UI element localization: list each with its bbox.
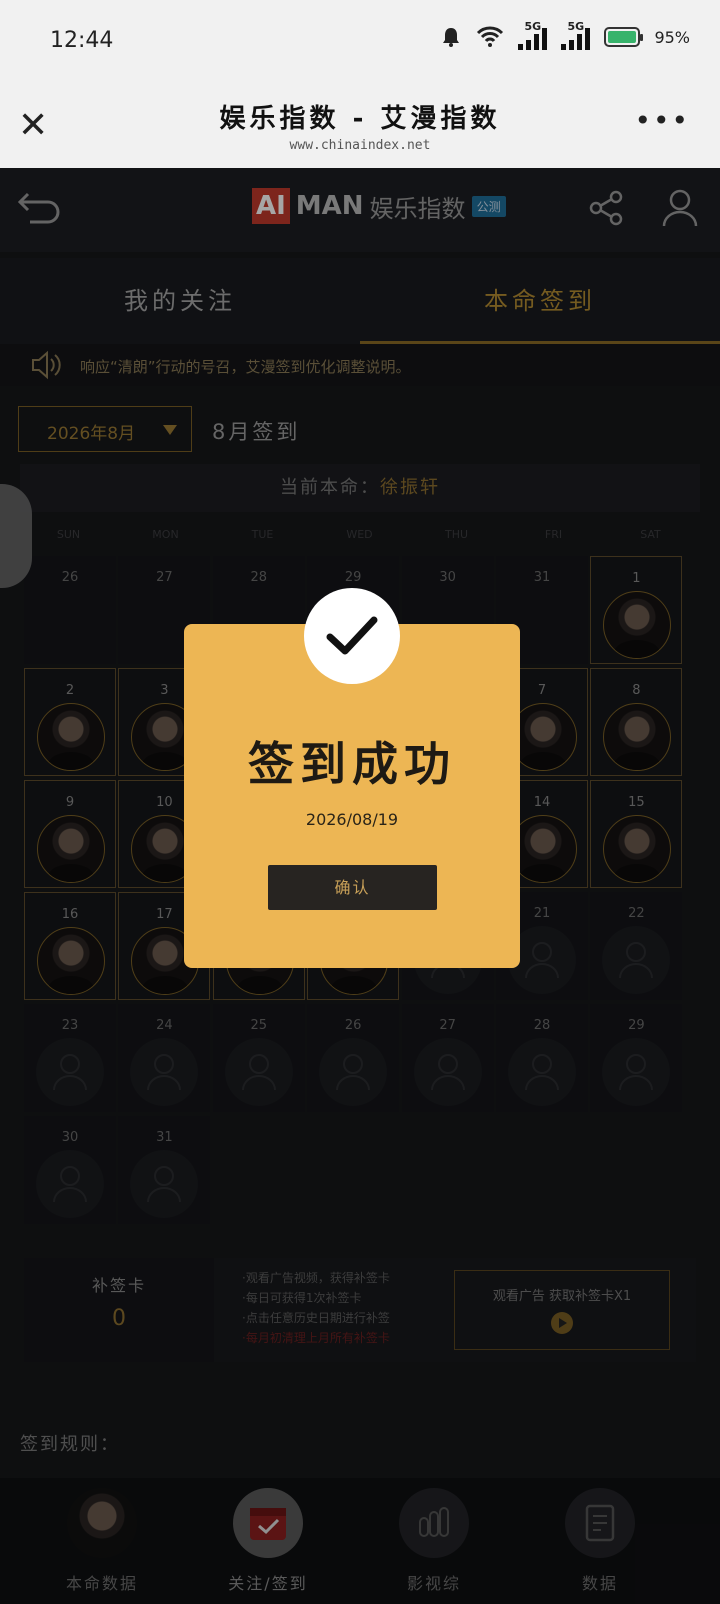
status-icons: 5G 5G 95% [440,20,690,50]
browser-header: ✕ 娱乐指数 - 艾漫指数 www.chinaindex.net ••• [0,82,720,168]
signal-icon-1: 5G [518,20,548,50]
status-bar: 12:44 5G 5G 95% [0,0,720,82]
checkin-success-dialog: 签到成功 2026/08/19 确认 [184,588,520,968]
battery-icon [604,27,644,47]
battery-percent: 95% [654,27,690,47]
wifi-icon [477,26,504,47]
dialog-title: 签到成功 [248,737,456,791]
notification-icon [443,28,460,47]
signal-icon-2: 5G [561,20,591,50]
dialog-date: 2026/08/19 [305,810,399,829]
status-time: 12:44 [50,28,114,53]
more-options-icon[interactable]: ••• [634,104,690,137]
page-url: www.chinaindex.net [289,138,431,153]
confirm-button[interactable]: 确认 [268,865,437,910]
page-title: 娱乐指数 - 艾漫指数 [219,104,501,134]
checkmark-icon [304,588,400,684]
